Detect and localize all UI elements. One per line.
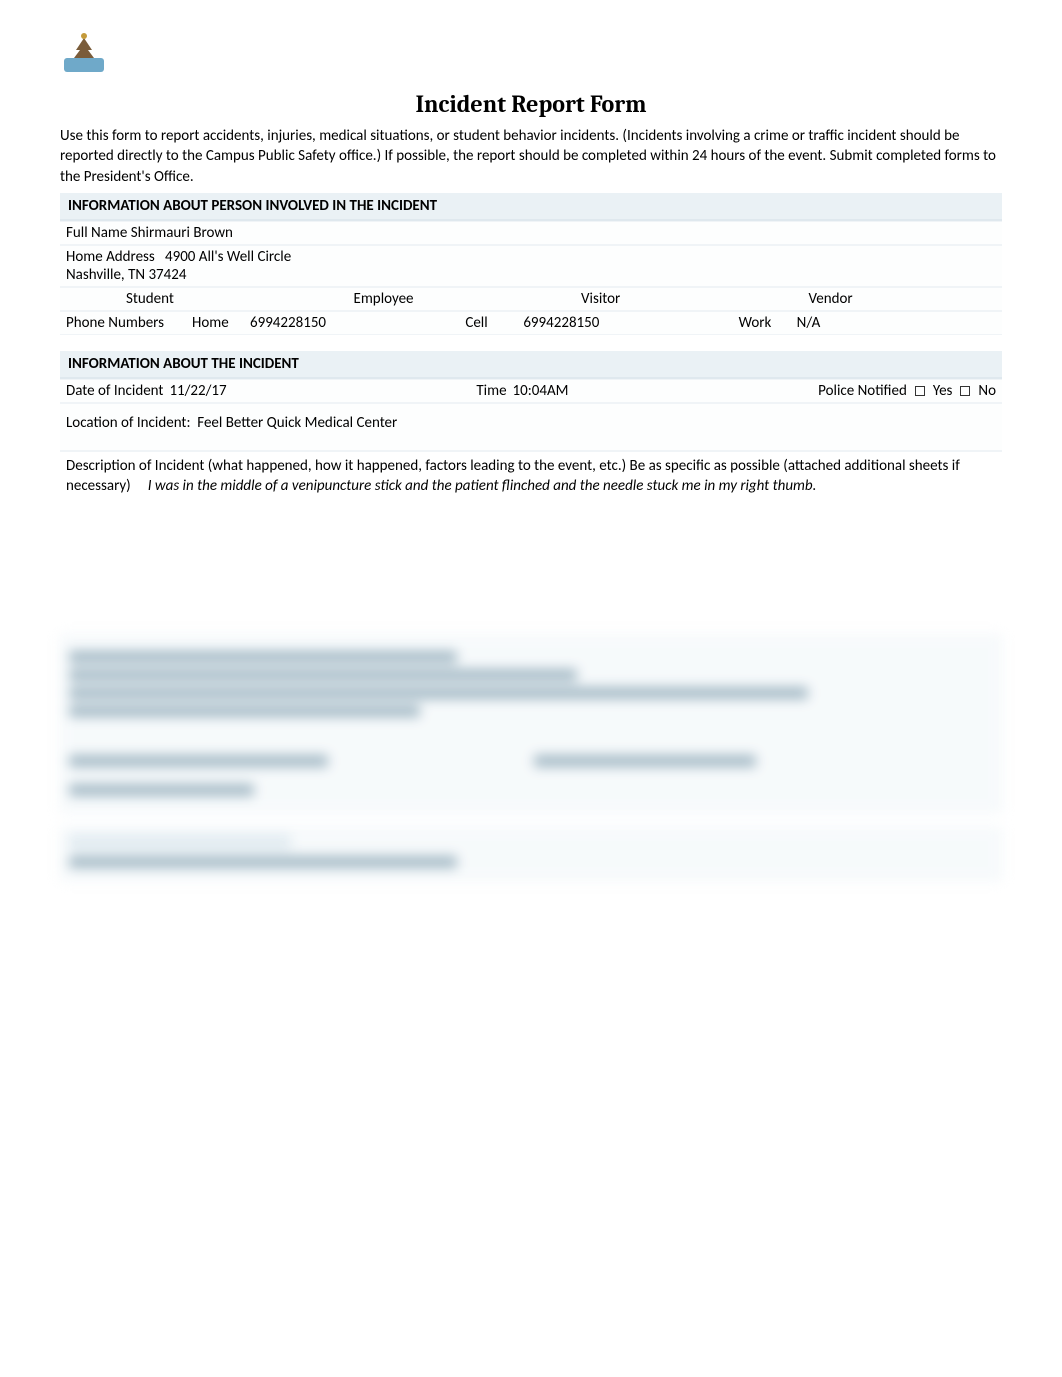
address-label: Home Address [66,248,155,266]
address-row: Home Address 4900 All's Well Circle Nash… [60,245,1002,287]
obscured-content [60,634,1002,881]
location-label: Location of Incident: [66,414,190,432]
police-yes-label: Yes [933,382,953,400]
role-employee: Employee [314,290,542,308]
time-label: Time [476,382,506,400]
location-value: Feel Better Quick Medical Center [197,414,397,432]
role-vendor: Vendor [769,290,997,308]
section-incident-header: INFORMATION ABOUT THE INCIDENT [60,351,1002,379]
location-row: Location of Incident: Feel Better Quick … [60,403,1002,451]
address-line2: Nashville, TN 37424 [66,266,996,284]
fullname-label: Full Name [66,224,127,242]
phone-row: Phone Numbers Home 6994228150 Cell 69942… [60,311,1002,335]
description-block: Description of Incident (what happened, … [60,451,1002,617]
home-label: Home [192,314,240,332]
org-logo [60,30,108,78]
role-row: Student Employee Visitor Vendor [60,287,1002,311]
incident-meta-row: Date of Incident 11/22/17 Time 10:04AM P… [60,379,1002,403]
date-label: Date of Incident [66,382,163,400]
police-no-label: No [978,382,996,400]
police-no-checkbox[interactable] [960,386,970,396]
address-line1: 4900 All's Well Circle [165,248,291,266]
work-label: Work [739,314,787,332]
police-label: Police Notified [818,382,907,400]
work-value: N/A [797,314,821,332]
cell-label: Cell [465,314,513,332]
police-yes-checkbox[interactable] [915,386,925,396]
phone-label: Phone Numbers [66,314,176,332]
role-student: Student [66,290,314,308]
page-title: Incident Report Form [60,90,1002,118]
date-value: 11/22/17 [169,382,226,400]
home-value: 6994228150 [250,314,326,332]
fullname-row: Full Name Shirmauri Brown [60,221,1002,245]
role-visitor: Visitor [541,290,769,308]
fullname-value: Shirmauri Brown [131,224,233,242]
section-person-header: INFORMATION ABOUT PERSON INVOLVED IN THE… [60,193,1002,221]
time-value: 10:04AM [513,382,569,400]
intro-text: Use this form to report accidents, injur… [60,126,1002,187]
description-value: I was in the middle of a venipuncture st… [148,477,817,495]
cell-value: 6994228150 [523,314,599,332]
